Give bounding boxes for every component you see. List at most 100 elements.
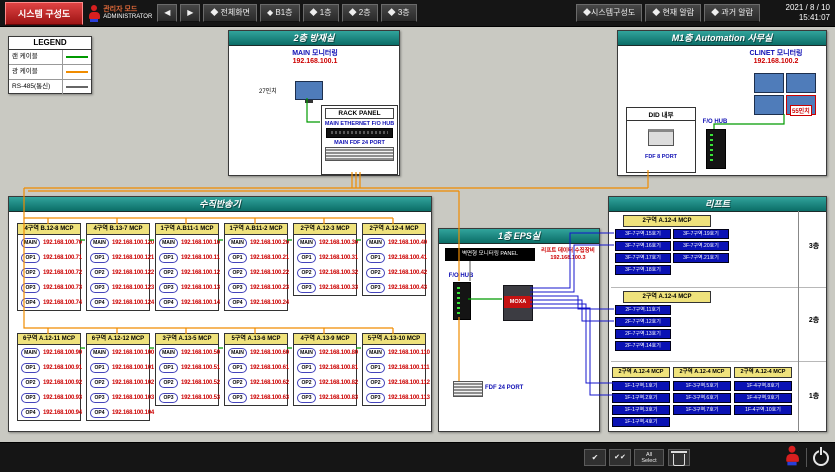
port-pill: OP2 [297,378,316,388]
lift-unit-button[interactable]: 1F-4구역.9호기 [734,393,792,403]
ip-address-label: 192.168.100.121 [112,255,154,261]
port-pill: OP1 [297,253,316,263]
alarm-nav-button[interactable]: ◆시스템구성도 [576,4,642,22]
all-select-label-line2: Select [635,458,663,464]
mcp-port-row: MAIN192.168.100.110 [363,345,425,360]
mcp-port-row: OP3192.168.100.53 [156,390,218,405]
scada-system-screen: { "topbar": { "system_button": "시스템 구성도"… [0,0,835,472]
rack-panel-box: RACK PANEL MAIN ETHERNET F/O HUB MAIN FD… [321,105,398,175]
port-pill: OP3 [297,393,316,403]
lift-unit-button[interactable]: 1F-4구역.10호기 [734,405,792,415]
floor-nav-group: ◆ 전체화면◆ B1층◆ 1층◆ 2층◆ 3층 [203,4,416,22]
delete-button[interactable] [668,449,690,466]
lift-unit-column: 1F-4구역.8호기 1F-4구역.9호기 1F-4구역.10호기 [734,381,792,415]
ip-address-label: 192.168.100.50 [181,350,220,356]
lift-title: 리프트 [609,197,826,212]
mcp-box[interactable]: 2구역 A.12-3 MCPMAIN192.168.100.30OP1192.1… [293,223,357,296]
lift-unit-button[interactable]: 1F-1구역.4호기 [612,417,670,427]
power-button[interactable] [813,450,829,466]
lift-unit-button[interactable]: 1F-4구역.8호기 [734,381,792,391]
mcp-box[interactable]: 4구역 B.12-8 MCPMAIN192.168.100.70OP1192.1… [17,223,81,311]
nav-next-button[interactable]: ▶ [180,4,200,22]
mcp-port-row: MAIN192.168.100.80 [294,345,356,360]
ip-address-label: 192.168.100.103 [112,395,154,401]
mcp-port-row: OP4192.168.100.14 [156,295,218,310]
mcp-box[interactable]: 5구역 A.13-6 MCPMAIN192.168.100.60OP1192.1… [224,333,288,406]
ip-address-label: 192.168.100.51 [181,365,220,371]
lift-unit-button[interactable]: 2F-7구역.13호기 [615,329,671,339]
lift-unit-button[interactable]: 3F-7구역.21호기 [673,253,729,263]
alarm-nav-button[interactable]: ◆ 현재 알람 [645,4,701,22]
admin-mode-label: 관리자 모드 [103,6,152,14]
mcp-box[interactable]: 2구역 A.12-4 MCPMAIN192.168.100.40OP1192.1… [362,223,426,296]
lift-unit-button[interactable]: 2F-7구역.11호기 [615,305,671,315]
mcp-box[interactable]: 5구역 A.13-10 MCPMAIN192.168.100.110OP1192… [362,333,426,406]
mcp-box[interactable]: 4구역 A.13-9 MCPMAIN192.168.100.80OP1192.1… [293,333,357,406]
mcp-box[interactable]: 6구역 A.12-11 MCPMAIN192.168.100.90OP1192.… [17,333,81,421]
ip-address-label: 192.168.100.61 [250,365,289,371]
ip-address-label: 192.168.100.73 [43,285,82,291]
mcp-port-row: MAIN192.168.100.100 [87,345,149,360]
mcp-port-row: OP2192.168.100.62 [225,375,287,390]
mcp-box[interactable]: 1구역 A.B11-2 MCPMAIN192.168.100.20OP1192.… [224,223,288,311]
lift-1f-group-header: 2구역 A.12-4 MCP [734,367,792,378]
mcp-port-row: OP3192.168.100.43 [363,280,425,295]
mcp-port-row: OP4192.168.100.94 [18,405,80,420]
lift-unit-button[interactable]: 3F-7구역.16호기 [615,241,671,251]
nav-prev-button[interactable]: ◀ [157,4,177,22]
all-select-button[interactable]: All Select [634,449,664,466]
ip-address-label: 192.168.100.111 [388,365,429,371]
ip-address-label: 192.168.100.80 [319,350,358,356]
video-wall-cell [786,73,816,93]
lift-unit-button[interactable]: 3F-7구역.19호기 [673,229,729,239]
lift-unit-button[interactable]: 2F-7구역.12호기 [615,317,671,327]
legend-item: 광 케이블 [9,65,91,80]
port-pill: OP3 [21,393,40,403]
system-config-button[interactable]: 시스템 구성도 [5,2,83,25]
mcp-box[interactable]: 3구역 A.13-5 MCPMAIN192.168.100.50OP1192.1… [155,333,219,406]
lift-unit-button[interactable]: 3F-7구역.17호기 [615,253,671,263]
ethernet-hub-icon [326,128,393,138]
mcp-box[interactable]: 1구역 A.B11-1 MCPMAIN192.168.100.10OP1192.… [155,223,219,311]
floor-nav-button[interactable]: ◆ 전체화면 [203,4,257,22]
alarm-nav-button[interactable]: ◆ 과거 알람 [704,4,760,22]
did-title: DID 내부 [627,108,695,121]
ip-address-label: 192.168.100.41 [388,255,427,261]
lift-unit-button[interactable]: 1F-3구역.5호기 [673,381,731,391]
confirm-button[interactable]: ✔ [584,449,606,466]
lift-collector-ip: 192.168.100.3 [537,255,599,262]
mcp-box[interactable]: 6구역 A.12-12 MCPMAIN192.168.100.100OP1192… [86,333,150,421]
user-status-icon[interactable] [785,446,799,464]
ip-address-label: 192.168.100.70 [43,240,82,246]
mcp-port-row: OP1192.168.100.91 [18,360,80,375]
ip-address-label: 192.168.100.31 [319,255,358,261]
floor-nav-button[interactable]: ◆ B1층 [260,4,300,22]
mcp-port-row: MAIN192.168.100.40 [363,235,425,250]
panel-2f-title: 2층 방재실 [229,31,399,46]
confirm-all-button[interactable]: ✔✔ [609,449,631,466]
fdf8-device-icon [648,129,674,146]
lift-unit-button[interactable]: 3F-7구역.15호기 [615,229,671,239]
ip-address-label: 192.168.100.21 [250,255,289,261]
lift-unit-button[interactable]: 3F-7구역.18호기 [615,265,671,275]
lift-unit-button[interactable]: 1F-3구역.6호기 [673,393,731,403]
mcp-port-row: OP3192.168.100.63 [225,390,287,405]
lift-unit-button[interactable]: 2F-7구역.14호기 [615,341,671,351]
mcp-box[interactable]: 4구역 B.13-7 MCPMAIN192.168.100.120OP1192.… [86,223,150,311]
lift-unit-button[interactable]: 1F-3구역.7호기 [673,405,731,415]
eps-fdf-icon [453,381,483,397]
mcp-box-title: 4구역 B.12-8 MCP [18,224,80,235]
floor-nav-button[interactable]: ◆ 2층 [342,4,378,22]
floor-nav-button[interactable]: ◆ 3층 [381,4,417,22]
floor-nav-button[interactable]: ◆ 1층 [303,4,339,22]
lift-unit-button[interactable]: 3F-7구역.20호기 [673,241,729,251]
port-pill: OP3 [228,393,247,403]
eps-title: 1층 EPS실 [439,229,599,244]
lift-unit-button[interactable]: 1F-1구역.2호기 [612,393,670,403]
port-pill: OP1 [21,363,40,373]
video-wall-cell [754,73,784,93]
ip-address-label: 192.168.100.33 [319,285,358,291]
lift-unit-button[interactable]: 1F-1구역.3호기 [612,405,670,415]
lift-unit-button[interactable]: 1F-1구역.1호기 [612,381,670,391]
mcp-port-row: OP3192.168.100.73 [18,280,80,295]
